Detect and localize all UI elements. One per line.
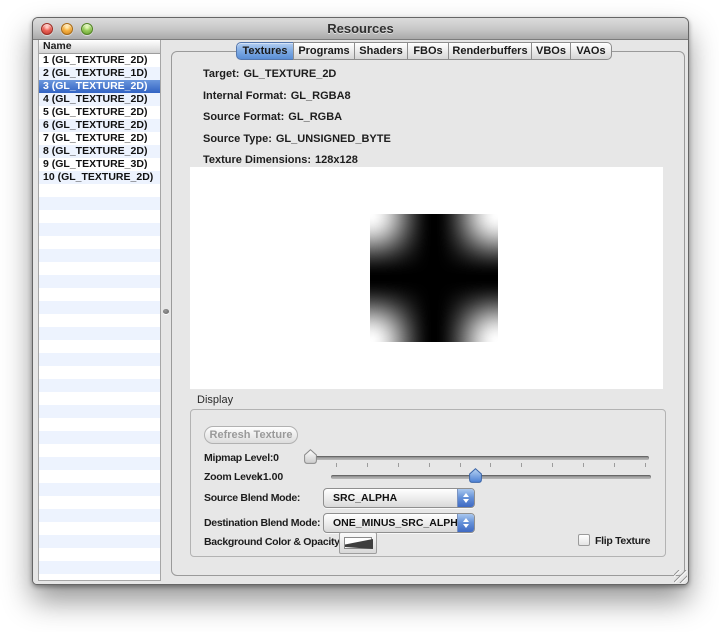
list-item[interactable]: 1 (GL_TEXTURE_2D) xyxy=(39,54,160,67)
flip-texture-checkbox[interactable] xyxy=(578,534,590,546)
background-color-label: Background Color & Opacity: xyxy=(204,536,343,548)
texture-info: Target:GL_TEXTURE_2D Internal Format:GL_… xyxy=(203,68,391,176)
window-body: Name 1 (GL_TEXTURE_2D) 2 (GL_TEXTURE_1D)… xyxy=(33,40,688,584)
list-item[interactable]: 5 (GL_TEXTURE_2D) xyxy=(39,106,160,119)
list-item[interactable]: 9 (GL_TEXTURE_3D) xyxy=(39,158,160,171)
zoom-slider-track[interactable] xyxy=(331,475,651,479)
destination-blend-mode-popup[interactable]: ONE_MINUS_SRC_ALPHA xyxy=(323,513,475,533)
mipmap-slider-track[interactable] xyxy=(311,456,649,460)
minimize-button-icon[interactable] xyxy=(61,23,73,35)
window-title: Resources xyxy=(33,18,688,39)
list-item[interactable]: 8 (GL_TEXTURE_2D) xyxy=(39,145,160,158)
tab-textures[interactable]: Textures xyxy=(236,42,294,60)
list-item[interactable]: 2 (GL_TEXTURE_1D) xyxy=(39,67,160,80)
source-blend-mode-popup[interactable]: SRC_ALPHA xyxy=(323,488,475,508)
resource-type-tabs: Textures Programs Shaders FBOs Renderbuf… xyxy=(236,42,612,60)
destination-blend-mode-label: Destination Blend Mode: xyxy=(204,517,320,529)
list-item[interactable]: 6 (GL_TEXTURE_2D) xyxy=(39,119,160,132)
display-group: Refresh Texture Mipmap Level: 0 Zoom Lev… xyxy=(190,409,666,557)
display-group-label: Display xyxy=(197,394,233,406)
popup-arrows-icon xyxy=(457,489,474,507)
list-item[interactable]: 10 (GL_TEXTURE_2D) xyxy=(39,171,160,184)
mipmap-slider-thumb[interactable] xyxy=(304,449,317,464)
zoom-button-icon[interactable] xyxy=(81,23,93,35)
splitter-handle-icon[interactable] xyxy=(163,309,169,314)
list-empty-area xyxy=(39,184,160,580)
texture-preview xyxy=(370,214,498,342)
info-target: Target:GL_TEXTURE_2D xyxy=(203,68,391,90)
popup-arrows-icon xyxy=(457,514,474,532)
flip-texture-label: Flip Texture xyxy=(595,535,650,547)
tab-vbos[interactable]: VBOs xyxy=(531,42,571,60)
list-item[interactable]: 4 (GL_TEXTURE_2D) xyxy=(39,93,160,106)
zoom-level-label: Zoom Level: xyxy=(204,471,263,483)
opacity-wedge-icon xyxy=(344,537,372,549)
info-internal-format: Internal Format:GL_RGBA8 xyxy=(203,90,391,112)
resources-window: Resources Name 1 (GL_TEXTURE_2D) 2 (GL_T… xyxy=(32,17,689,585)
close-button-icon[interactable] xyxy=(41,23,53,35)
zoom-slider-ticks xyxy=(336,463,646,467)
list-item-selected[interactable]: 3 (GL_TEXTURE_2D) xyxy=(39,80,160,93)
info-source-format: Source Format:GL_RGBA xyxy=(203,111,391,133)
info-source-type: Source Type:GL_UNSIGNED_BYTE xyxy=(203,133,391,155)
destination-blend-mode-value: ONE_MINUS_SRC_ALPHA xyxy=(333,514,465,532)
texture-preview-area xyxy=(190,167,663,389)
titlebar[interactable]: Resources xyxy=(33,18,688,40)
tab-fbos[interactable]: FBOs xyxy=(407,42,449,60)
background-color-well[interactable] xyxy=(339,532,377,554)
tab-renderbuffers[interactable]: Renderbuffers xyxy=(448,42,532,60)
tab-programs[interactable]: Programs xyxy=(293,42,355,60)
source-blend-mode-value: SRC_ALPHA xyxy=(333,489,397,507)
tab-shaders[interactable]: Shaders xyxy=(354,42,408,60)
mipmap-level-value: 0 xyxy=(263,452,279,464)
refresh-texture-button[interactable]: Refresh Texture xyxy=(204,426,298,444)
zoom-level-value: x1.00 xyxy=(257,471,283,483)
resize-grip-icon[interactable] xyxy=(674,570,687,583)
list-header-name[interactable]: Name xyxy=(39,40,160,54)
tab-vaos[interactable]: VAOs xyxy=(570,42,612,60)
zoom-slider-thumb[interactable] xyxy=(469,468,482,483)
list-item[interactable]: 7 (GL_TEXTURE_2D) xyxy=(39,132,160,145)
source-blend-mode-label: Source Blend Mode: xyxy=(204,492,300,504)
resource-list: Name 1 (GL_TEXTURE_2D) 2 (GL_TEXTURE_1D)… xyxy=(38,40,161,581)
